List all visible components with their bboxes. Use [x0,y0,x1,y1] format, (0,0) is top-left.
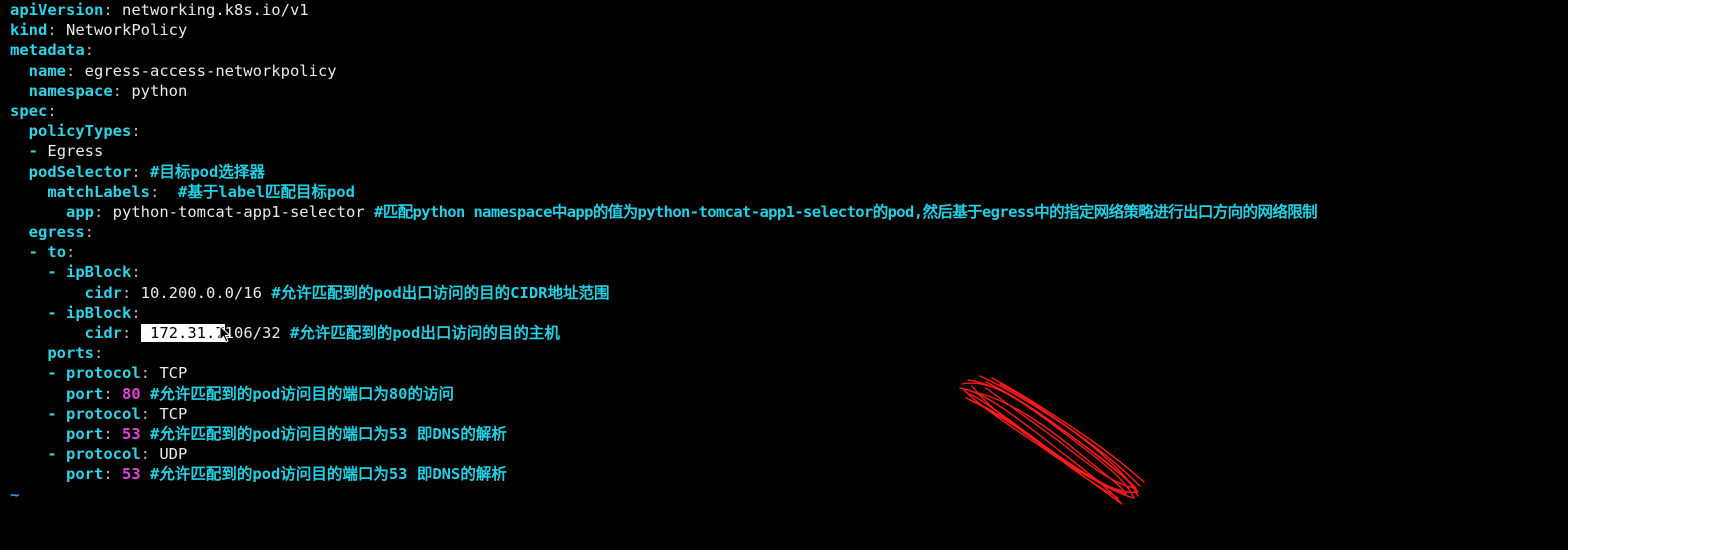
code-line: - ipBlock: [47,303,141,322]
yaml-key: cidr [84,283,122,302]
code-line: app: python-tomcat-app1-selector #匹配pyth… [66,202,1318,221]
yaml-value: egress-access-networkpolicy [84,61,337,80]
yaml-dash: - [47,364,57,383]
code-line: apiVersion: networking.k8s.io/v1 [10,1,309,19]
yaml-key: port [66,384,104,403]
yaml-key: ipBlock [66,303,132,322]
yaml-key: ipBlock [66,263,132,282]
code-line: cidr: 172.31.7 106/32 #允许匹配到的pod出口访问的目的主机 [84,324,560,343]
yaml-comment: #允许匹配到的pod访问目的端口为80的访问 [150,384,455,403]
code-line: namespace: python [28,81,188,100]
yaml-value: python-tomcat-app1-selector [112,202,365,221]
yaml-key: podSelector [28,162,132,181]
yaml-comment: #匹配python namespace中app的值为python-tomcat-… [373,202,1318,221]
yaml-key: metadata [10,41,85,60]
yaml-key: protocol [66,404,141,423]
terminal-editor[interactable]: apiVersion: networking.k8s.io/v1 kind: N… [0,0,1568,550]
yaml-number: 80 [122,384,141,403]
blank-panel [1568,0,1720,550]
code-line: cidr: 10.200.0.0/16 #允许匹配到的pod出口访问的目的CID… [84,283,610,302]
yaml-key: matchLabels [47,182,150,201]
yaml-dash: - [28,142,39,161]
yaml-comment: #允许匹配到的pod出口访问的目的主机 [290,324,560,342]
code-line: - protocol: UDP [47,445,188,464]
yaml-key: namespace [28,81,113,100]
yaml-dash: - [47,404,57,423]
yaml-key: port [66,465,104,484]
yaml-key: spec [10,101,48,120]
yaml-number: 53 [122,465,141,484]
code-line: metadata: [10,41,94,60]
code-line: - to: [28,243,76,262]
code-line: - protocol: TCP [47,404,188,423]
code-line: port: 53 #允许匹配到的pod访问目的端口为53 即DNS的解析 [66,465,507,484]
code-line: spec: [10,101,57,120]
code-line: ports: [47,344,104,363]
yaml-key: cidr [84,324,122,342]
yaml-key: name [28,61,66,80]
code-line: name: egress-access-networkpolicy [28,61,337,80]
yaml-key: app [66,202,94,221]
yaml-value: UDP [159,445,188,464]
code-line: - ipBlock: [47,263,141,282]
yaml-number: 53 [122,424,141,443]
code-line: - Egress [10,141,1568,161]
yaml-key: port [66,424,104,443]
yaml-dash: - [47,263,57,282]
code-line: policyTypes: [28,122,141,141]
yaml-dash: - [47,445,57,464]
yaml-value: TCP [159,404,188,423]
yaml-value: python [131,81,188,100]
code-line: port: 80 #允许匹配到的pod访问目的端口为80的访问 [66,384,455,403]
yaml-value: NetworkPolicy [66,21,188,40]
yaml-value: Egress [47,142,104,161]
code-line: egress: [28,223,95,242]
empty-line-tilde: ~ [10,485,20,504]
yaml-key: kind [10,21,48,40]
yaml-key: ports [47,344,94,363]
yaml-key: apiVersion [10,1,104,19]
yaml-comment: #基于label匹配目标pod [177,182,355,201]
code-line: - protocol: TCP [47,364,188,383]
code-line: kind: NetworkPolicy [10,21,188,40]
selected-value: 172.31.7 [150,324,225,342]
yaml-comment: #允许匹配到的pod出口访问的目的CIDR地址范围 [271,283,610,302]
code-line: ~ [10,485,1568,505]
yaml-key: protocol [66,445,141,464]
yaml-key: policyTypes [28,122,132,141]
red-scribble-annotation [959,375,1145,505]
yaml-dash: - [28,243,39,262]
yaml-value: TCP [159,364,188,383]
yaml-value: 10.200.0.0/16 [140,283,262,302]
yaml-comment: #允许匹配到的pod访问目的端口为53 即DNS的解析 [150,465,507,484]
text-selection[interactable]: 172.31.7 [140,324,225,342]
yaml-comment: #允许匹配到的pod访问目的端口为53 即DNS的解析 [150,424,507,443]
yaml-comment: #目标pod选择器 [150,162,265,181]
code-line: matchLabels: #基于label匹配目标pod [47,182,355,201]
yaml-value: 106/32 [224,324,281,342]
code-line: port: 53 #允许匹配到的pod访问目的端口为53 即DNS的解析 [66,424,507,443]
yaml-dash: - [47,303,57,322]
yaml-value: networking.k8s.io/v1 [122,1,309,19]
code-line: podSelector: #目标pod选择器 [28,162,265,181]
yaml-key: protocol [66,364,141,383]
yaml-key: egress [28,223,85,242]
yaml-key: to [47,243,67,262]
